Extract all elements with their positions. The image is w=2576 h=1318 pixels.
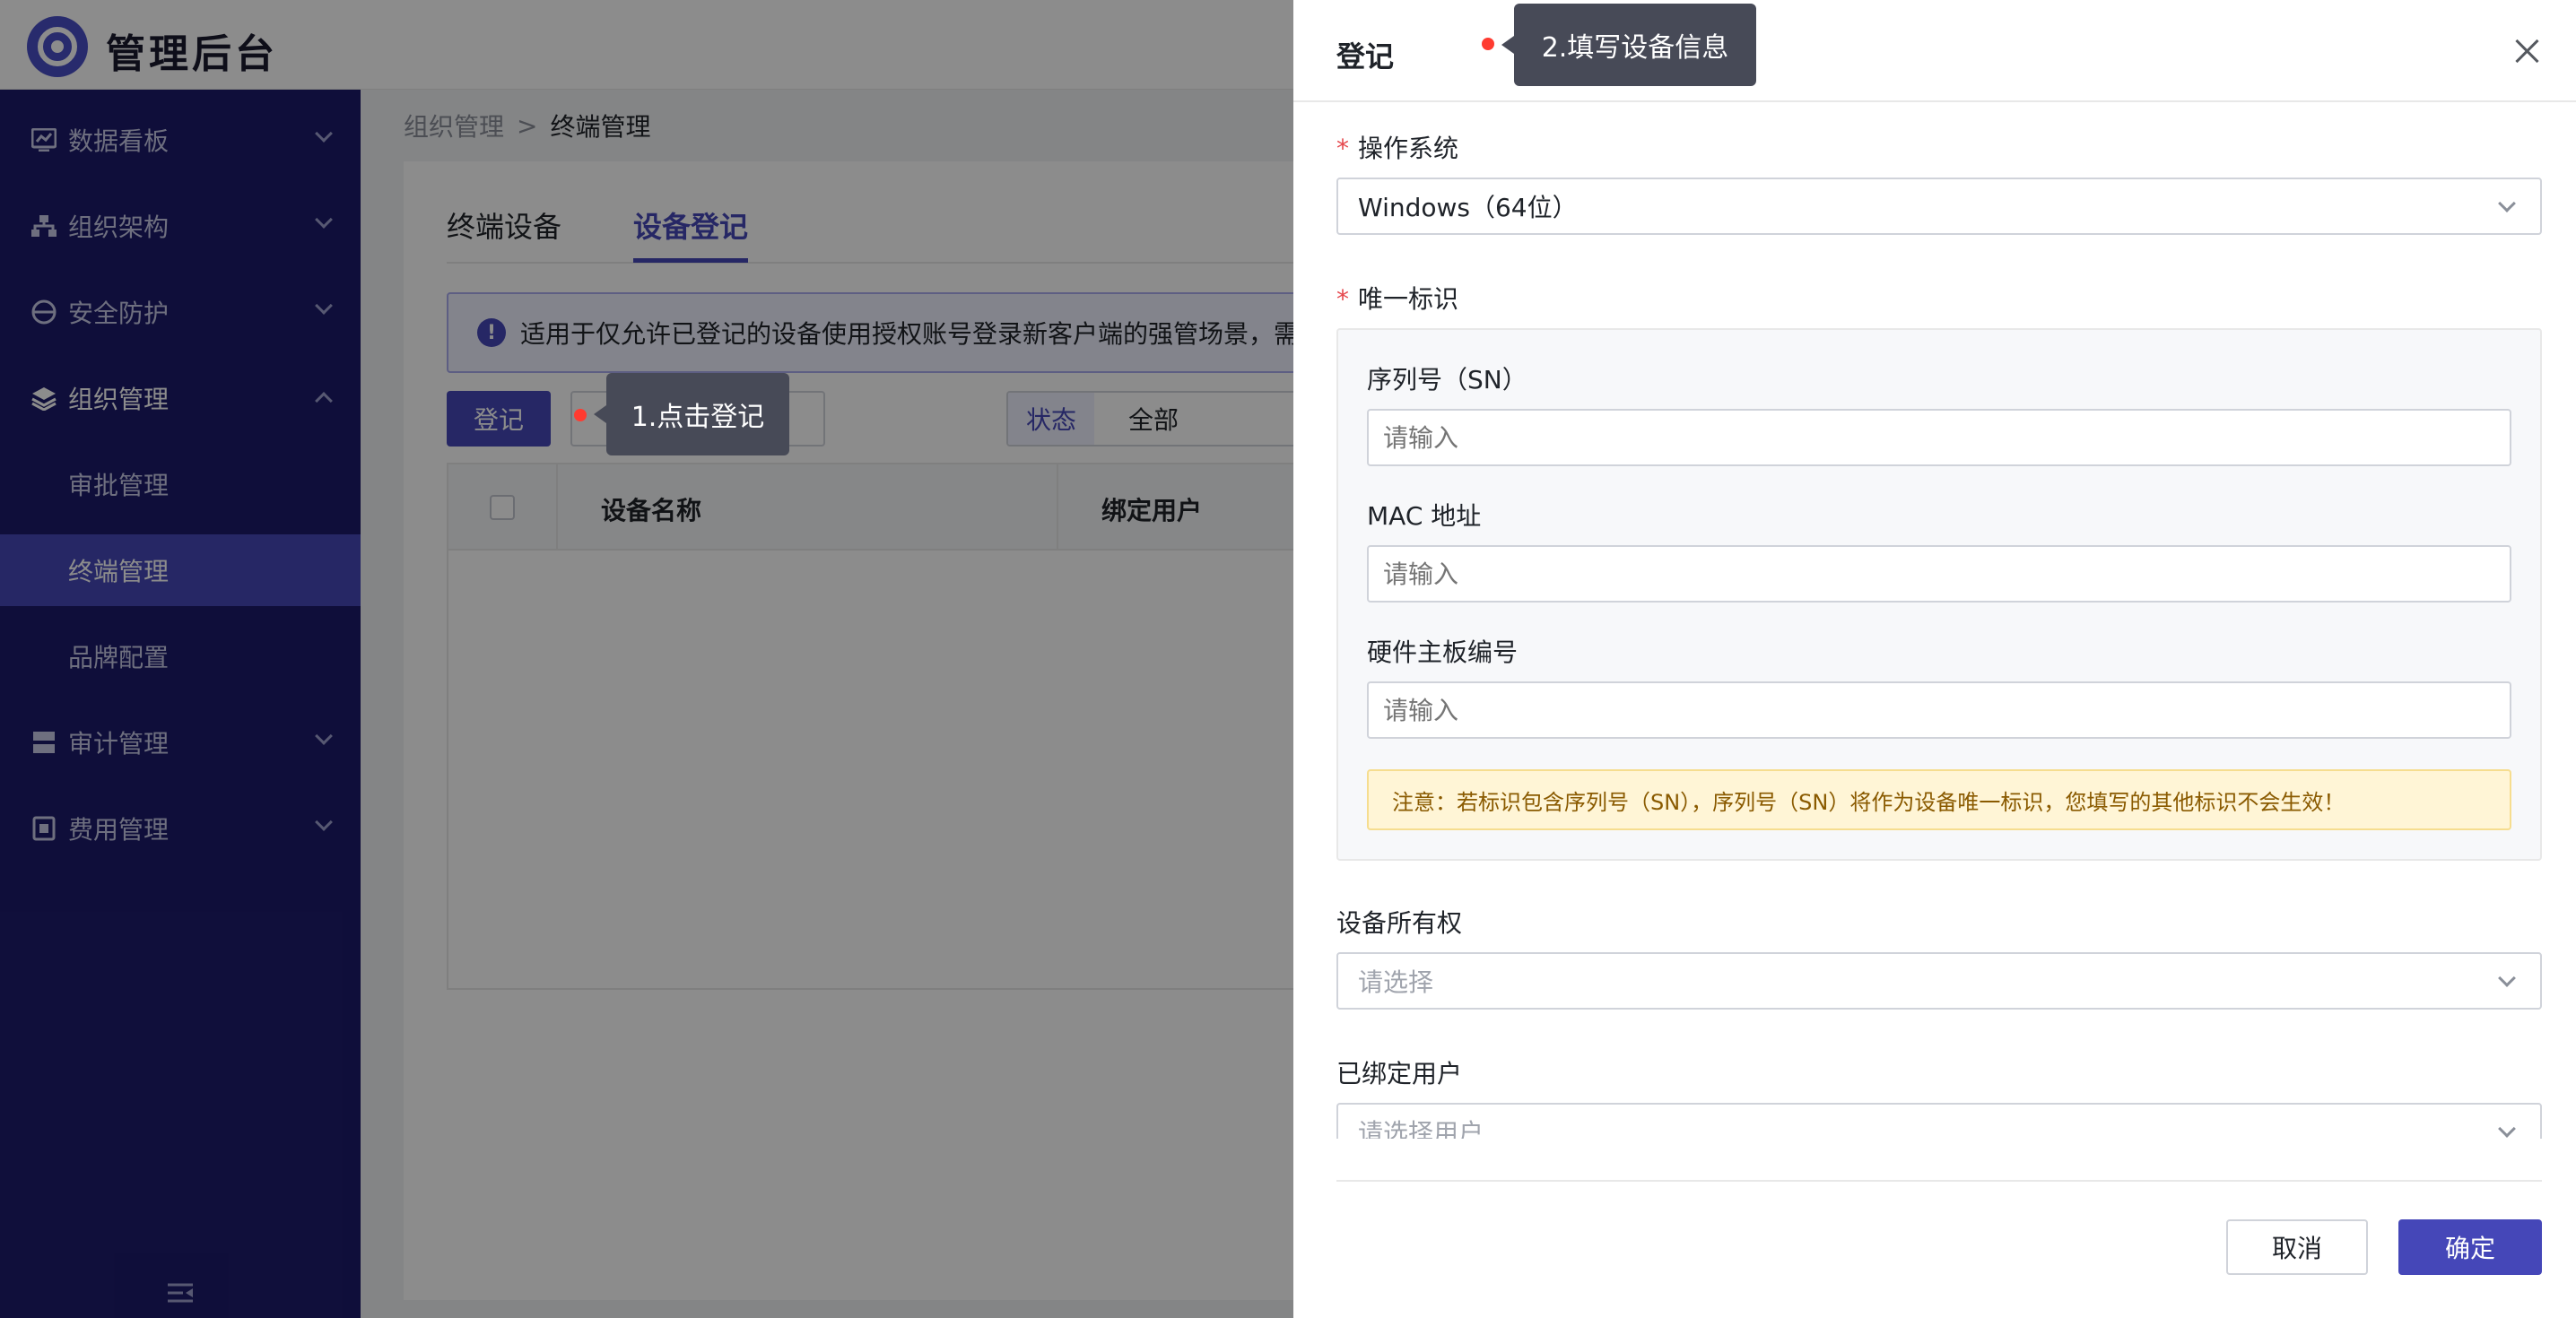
required-mark: * (1336, 284, 1349, 314)
confirm-button[interactable]: 确定 (2398, 1219, 2542, 1275)
hint-dot (574, 409, 587, 421)
ownership-placeholder: 请选择 (1358, 967, 1434, 997)
os-label-text: 操作系统 (1358, 134, 1459, 163)
cancel-button[interactable]: 取消 (2226, 1219, 2368, 1275)
hint-fill-device-info: 2.填写设备信息 (1501, 4, 1756, 86)
os-select[interactable]: Windows（64位） (1336, 178, 2542, 235)
unique-id-label: * 唯一标识 (1336, 280, 1458, 316)
hint-dot (1482, 38, 1494, 50)
mac-input[interactable] (1367, 545, 2511, 603)
register-drawer: 登记 * 操作系统 Windows（64位） * 唯一标识 序列号（SN） MAC … (1293, 0, 2576, 1318)
bound-user-select[interactable]: 请选择用户 (1336, 1103, 2542, 1139)
chevron-down-icon (2498, 969, 2516, 987)
board-label: 硬件主板编号 (1367, 637, 1519, 667)
serial-label: 序列号（SN） (1367, 365, 1527, 395)
unique-id-label-text: 唯一标识 (1358, 284, 1459, 314)
ownership-label: 设备所有权 (1336, 908, 1463, 938)
drawer-title: 登记 (1336, 39, 1395, 74)
close-icon[interactable] (2511, 36, 2542, 66)
os-select-value: Windows（64位） (1358, 193, 1578, 222)
os-label: * 操作系统 (1336, 129, 1458, 165)
board-input[interactable] (1367, 681, 2511, 739)
notice-banner: 注意：若标识包含序列号（SN），序列号（SN）将作为设备唯一标识，您填写的其他标… (1367, 769, 2511, 830)
ownership-select[interactable]: 请选择 (1336, 952, 2542, 1010)
drawer-divider (1293, 100, 2576, 102)
mac-label: MAC 地址 (1367, 501, 1482, 531)
bound-user-placeholder: 请选择用户 (1358, 1118, 1484, 1139)
bound-user-clip: 请选择用户 (1293, 1103, 2576, 1139)
hint-click-register: 1.点击登记 (594, 373, 789, 455)
overlay-mask[interactable] (0, 0, 1293, 1318)
required-mark: * (1336, 134, 1349, 163)
unique-id-panel: 序列号（SN） MAC 地址 硬件主板编号 注意：若标识包含序列号（SN），序列… (1336, 328, 2542, 861)
bound-user-label: 已绑定用户 (1336, 1059, 1463, 1088)
chevron-down-icon (2498, 195, 2516, 212)
serial-input[interactable] (1367, 409, 2511, 466)
chevron-down-icon (2498, 1120, 2516, 1138)
footer-divider (1336, 1180, 2542, 1182)
